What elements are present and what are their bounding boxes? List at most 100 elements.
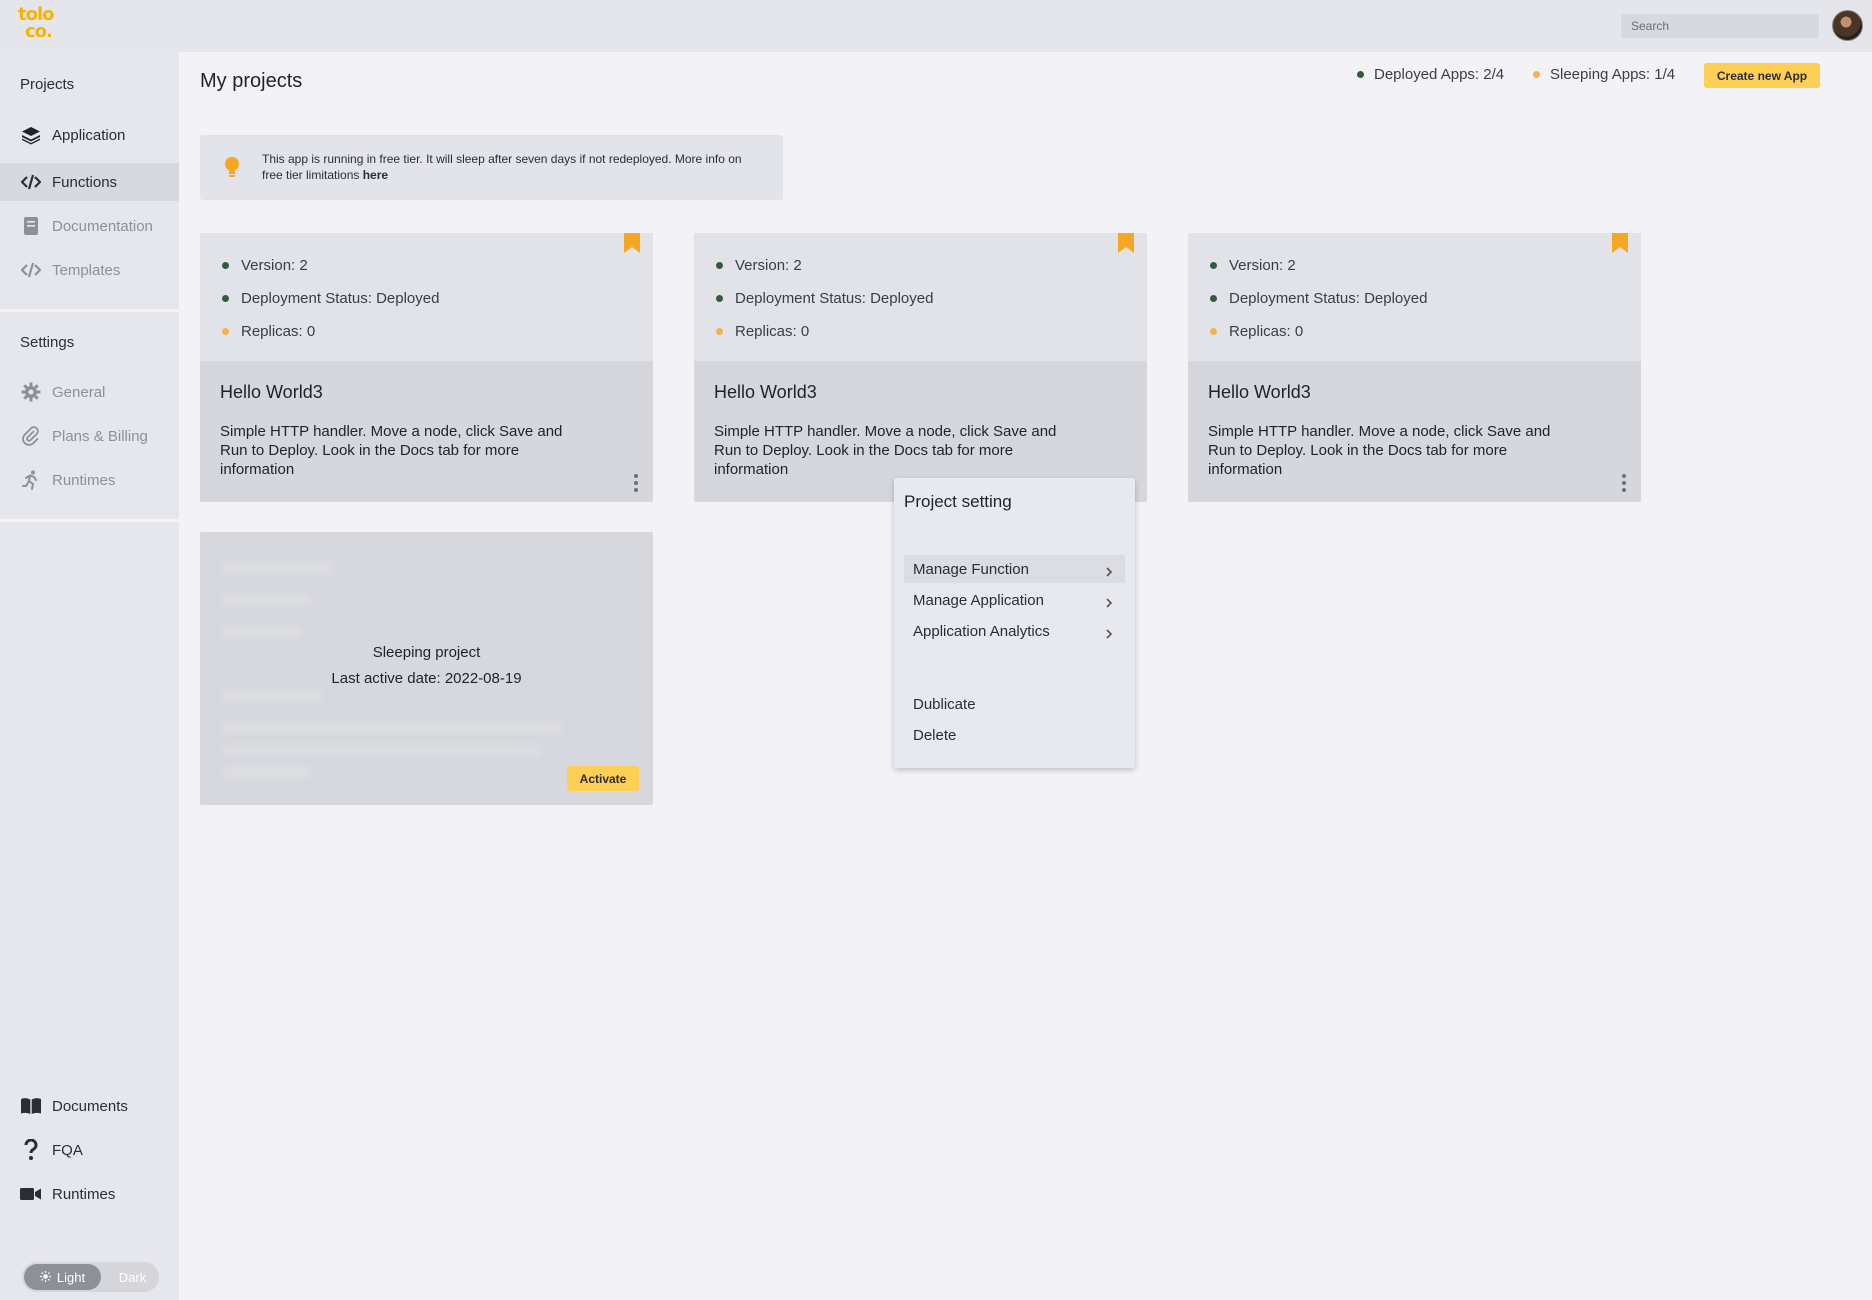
status-dot bbox=[1210, 295, 1217, 302]
version-label: Version: 2 bbox=[1229, 257, 1296, 274]
sleeping-apps-stat: Sleeping Apps: 1/4 bbox=[1533, 66, 1675, 83]
sidebar-item-fqa[interactable]: FQA bbox=[0, 1131, 179, 1169]
blurred-placeholder bbox=[222, 562, 332, 574]
theme-light-label: Light bbox=[56, 1269, 86, 1285]
settings-section-title: Settings bbox=[20, 334, 75, 351]
card-title: Hello World3 bbox=[1208, 382, 1311, 402]
menu-item-manage-application[interactable]: Manage Application bbox=[904, 586, 1125, 614]
sidebar-item-runtimes[interactable]: Runtimes bbox=[0, 461, 179, 499]
open-book-icon bbox=[20, 1095, 42, 1117]
card-deployment-status: Deployment Status: Deployed bbox=[222, 290, 439, 307]
theme-light-option[interactable]: Light bbox=[24, 1264, 101, 1290]
sidebar-item-general[interactable]: General bbox=[0, 373, 179, 411]
deployment-status-label: Deployment Status: Deployed bbox=[735, 290, 934, 307]
bookmark-icon[interactable] bbox=[1612, 233, 1628, 253]
card-replicas: Replicas: 0 bbox=[222, 323, 315, 340]
video-camera-icon bbox=[20, 1183, 42, 1205]
project-card[interactable]: Version: 2 Deployment Status: Deployed R… bbox=[200, 233, 653, 502]
replicas-label: Replicas: 0 bbox=[1229, 323, 1304, 340]
project-setting-menu: Project setting Manage Function Manage A… bbox=[894, 478, 1135, 768]
question-icon bbox=[20, 1139, 42, 1161]
gear-icon bbox=[20, 381, 42, 403]
version-label: Version: 2 bbox=[241, 257, 308, 274]
bookmark-icon[interactable] bbox=[624, 233, 640, 253]
status-dot bbox=[222, 295, 229, 302]
sidebar-item-label: Documents bbox=[52, 1097, 128, 1115]
lightbulb-icon bbox=[223, 156, 241, 180]
menu-title: Project setting bbox=[904, 492, 1012, 511]
sleeping-status-dot bbox=[1533, 71, 1540, 78]
menu-item-manage-function[interactable]: Manage Function bbox=[904, 555, 1125, 583]
theme-toggle[interactable]: Light Dark bbox=[22, 1262, 159, 1292]
card-title: Hello World3 bbox=[220, 382, 323, 402]
sidebar-item-documents[interactable]: Documents bbox=[0, 1087, 179, 1125]
sleeping-project-card[interactable]: Sleeping project Last active date: 2022-… bbox=[200, 532, 653, 805]
card-title: Hello World3 bbox=[714, 382, 817, 402]
menu-item-label: Manage Application bbox=[913, 591, 1044, 609]
bookmark-icon[interactable] bbox=[1118, 233, 1134, 253]
menu-item-label: Dublicate bbox=[913, 695, 976, 713]
sun-icon bbox=[39, 1270, 51, 1285]
sidebar-item-functions[interactable]: Functions bbox=[0, 163, 179, 201]
sidebar-item-application[interactable]: Application bbox=[0, 116, 179, 154]
card-version: Version: 2 bbox=[716, 257, 802, 274]
deployment-status-label: Deployment Status: Deployed bbox=[241, 290, 440, 307]
sidebar-divider bbox=[0, 519, 179, 522]
sidebar-item-templates[interactable]: Templates bbox=[0, 251, 179, 289]
banner-link[interactable]: here bbox=[363, 168, 388, 182]
sidebar-item-label: Plans & Billing bbox=[52, 427, 148, 445]
blurred-placeholder bbox=[222, 594, 312, 606]
activate-button[interactable]: Activate bbox=[567, 766, 639, 791]
banner-text: This app is running in free tier. It wil… bbox=[262, 152, 742, 182]
logo-line-2: co. bbox=[25, 21, 53, 42]
free-tier-banner: This app is running in free tier. It wil… bbox=[200, 135, 783, 200]
menu-item-label: Application Analytics bbox=[913, 622, 1050, 640]
more-options-icon[interactable] bbox=[1621, 473, 1627, 493]
code-icon bbox=[20, 259, 42, 281]
card-version: Version: 2 bbox=[222, 257, 308, 274]
sidebar-item-label: Templates bbox=[52, 261, 121, 279]
theme-dark-option[interactable]: Dark bbox=[110, 1262, 155, 1292]
menu-item-application-analytics[interactable]: Application Analytics bbox=[904, 617, 1125, 645]
card-replicas: Replicas: 0 bbox=[716, 323, 809, 340]
card-description: Simple HTTP handler. Move a node, click … bbox=[1208, 423, 1551, 478]
sidebar-item-runtimes-bottom[interactable]: Runtimes bbox=[0, 1175, 179, 1213]
code-icon bbox=[20, 171, 42, 193]
last-active-date: Last active date: 2022-08-19 bbox=[331, 670, 522, 687]
create-new-app-button[interactable]: Create new App bbox=[1704, 63, 1820, 88]
status-dot bbox=[1210, 328, 1217, 335]
banner-message: This app is running in free tier. It wil… bbox=[262, 151, 762, 183]
menu-item-delete[interactable]: Delete bbox=[904, 721, 1125, 749]
card-deployment-status: Deployment Status: Deployed bbox=[1210, 290, 1427, 307]
sidebar-item-label: Runtimes bbox=[52, 1185, 116, 1203]
menu-item-label: Manage Function bbox=[913, 560, 1029, 578]
sidebar-item-label: FQA bbox=[52, 1141, 83, 1159]
sleeping-apps-label: Sleeping Apps: 1/4 bbox=[1550, 66, 1676, 83]
sleeping-project-label: Sleeping project bbox=[372, 644, 481, 661]
paperclip-icon bbox=[20, 425, 42, 447]
sidebar-item-documentation[interactable]: Documentation bbox=[0, 207, 179, 245]
search-input[interactable] bbox=[1621, 14, 1819, 38]
blurred-placeholder bbox=[222, 744, 542, 756]
logo[interactable]: tolo co. bbox=[18, 6, 62, 46]
menu-item-duplicate[interactable]: Dublicate bbox=[904, 690, 1125, 718]
sidebar-item-plans-billing[interactable]: Plans & Billing bbox=[0, 417, 179, 455]
status-dot bbox=[222, 262, 229, 269]
projects-section-title: Projects bbox=[20, 76, 75, 93]
project-card[interactable]: Version: 2 Deployment Status: Deployed R… bbox=[1188, 233, 1641, 502]
status-dot bbox=[716, 262, 723, 269]
top-bar: tolo co. bbox=[0, 0, 1872, 52]
card-version: Version: 2 bbox=[1210, 257, 1296, 274]
chevron-right-icon bbox=[1105, 595, 1113, 608]
project-card[interactable]: Version: 2 Deployment Status: Deployed R… bbox=[694, 233, 1147, 502]
layers-icon bbox=[20, 124, 42, 146]
more-options-icon[interactable] bbox=[633, 473, 639, 493]
blurred-placeholder bbox=[222, 766, 312, 778]
card-deployment-status: Deployment Status: Deployed bbox=[716, 290, 933, 307]
card-description: Simple HTTP handler. Move a node, click … bbox=[220, 423, 563, 478]
blurred-placeholder bbox=[222, 626, 302, 638]
sidebar-item-label: General bbox=[52, 383, 106, 401]
status-dot bbox=[1210, 262, 1217, 269]
avatar[interactable] bbox=[1832, 10, 1863, 41]
deployed-apps-label: Deployed Apps: 2/4 bbox=[1374, 66, 1505, 83]
